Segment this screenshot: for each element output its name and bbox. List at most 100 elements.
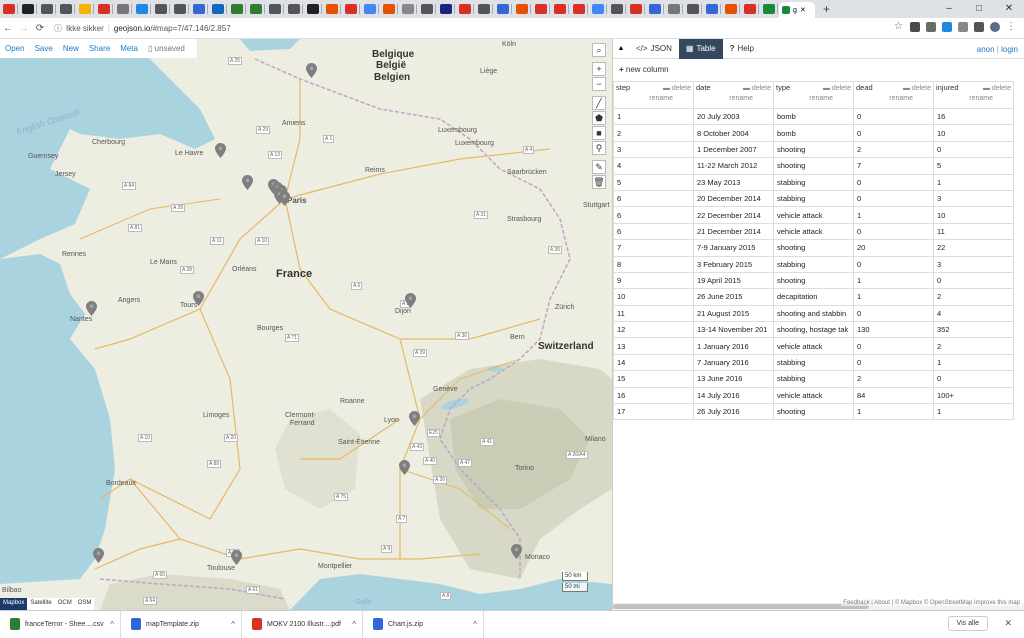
cell-injured[interactable]: 11 — [933, 222, 1014, 241]
rename-column-input[interactable]: rename — [889, 95, 913, 102]
chevron-up-icon[interactable]: ^ — [231, 620, 235, 629]
cell-step[interactable]: 8 — [613, 255, 694, 273]
url-field[interactable]: ⓘ Ikke sikker | geojson.io/#map=7/47.146… — [54, 23, 231, 34]
browser-tab-favicon-icon[interactable] — [402, 4, 414, 14]
open-button[interactable]: Open — [5, 44, 25, 53]
browser-tab-favicon-icon[interactable] — [554, 4, 566, 14]
cell-date[interactable]: 1 January 2016 — [693, 337, 774, 355]
browser-tab-favicon-icon[interactable] — [60, 4, 72, 14]
browser-tab-favicon-icon[interactable] — [535, 4, 547, 14]
browser-tab-favicon-icon[interactable] — [269, 4, 281, 14]
back-button[interactable]: ← — [0, 23, 16, 34]
cell-type[interactable]: shooting — [773, 157, 854, 175]
extension-icon[interactable] — [942, 22, 952, 32]
cell-step[interactable]: 9 — [613, 271, 694, 290]
anon-link[interactable]: anon — [977, 45, 995, 54]
browser-tab-favicon-icon[interactable] — [516, 4, 528, 14]
rectangle-icon[interactable]: ■ — [592, 126, 606, 140]
cell-type[interactable]: decapitation — [773, 288, 854, 306]
close-window-button[interactable]: ✕ — [994, 0, 1024, 18]
cell-dead[interactable]: 1 — [853, 288, 934, 306]
cell-date[interactable]: 13-14 November 201 — [693, 321, 774, 339]
maximize-button[interactable]: □ — [964, 0, 994, 18]
browser-tab-favicon-icon[interactable] — [649, 4, 661, 14]
browser-tab-favicon-icon[interactable] — [668, 4, 680, 14]
download-item[interactable]: mapTemplate.zip ^ — [121, 610, 242, 638]
cell-type[interactable]: stabbing — [773, 173, 854, 191]
cell-step[interactable]: 7 — [613, 239, 694, 257]
cell-date[interactable]: 21 December 2014 — [693, 222, 774, 241]
cell-injured[interactable]: 1 — [933, 353, 1014, 372]
cell-dead[interactable]: 2 — [853, 140, 934, 159]
menu-icon[interactable]: ⋮ — [1006, 22, 1016, 32]
layer-satellite[interactable]: Satellite — [27, 598, 55, 610]
cell-date[interactable]: 3 February 2015 — [693, 255, 774, 273]
map-marker-icon[interactable] — [306, 63, 317, 78]
cell-step[interactable]: 14 — [613, 353, 694, 372]
cell-step[interactable]: 16 — [613, 386, 694, 405]
delete-column-button[interactable]: ▬ delete — [823, 85, 851, 92]
cell-step[interactable]: 10 — [613, 288, 694, 306]
cell-injured[interactable]: 0 — [933, 271, 1014, 290]
cell-date[interactable]: 11-22 March 2012 — [693, 157, 774, 175]
cell-type[interactable]: shooting — [773, 403, 854, 421]
browser-tab-favicon-icon[interactable] — [440, 4, 452, 14]
cell-dead[interactable]: 1 — [853, 403, 934, 421]
browser-tab-favicon-icon[interactable] — [592, 4, 604, 14]
reload-button[interactable]: ⟳ — [32, 23, 48, 34]
cell-type[interactable]: stabbing — [773, 255, 854, 273]
browser-tab-favicon-icon[interactable] — [763, 4, 775, 14]
cell-type[interactable]: shooting — [773, 239, 854, 257]
edit-icon[interactable]: ✎ — [592, 160, 606, 174]
cell-injured[interactable]: 16 — [933, 107, 1014, 126]
extension-icon[interactable] — [974, 22, 984, 32]
cell-date[interactable]: 20 December 2014 — [693, 189, 774, 208]
tab-help[interactable]: ? Help — [723, 39, 761, 59]
scrollbar-thumb[interactable] — [613, 604, 869, 609]
cell-dead[interactable]: 1 — [853, 206, 934, 224]
map-marker-icon[interactable] — [399, 460, 410, 475]
cell-type[interactable]: bomb — [773, 107, 854, 126]
cell-type[interactable]: vehicle attack — [773, 386, 854, 405]
browser-tab-favicon-icon[interactable] — [364, 4, 376, 14]
cell-date[interactable]: 19 April 2015 — [693, 271, 774, 290]
forward-button[interactable]: → — [16, 23, 32, 34]
trash-icon[interactable]: 🗑 — [592, 175, 606, 189]
cell-step[interactable]: 6 — [613, 206, 694, 224]
browser-tab-favicon-icon[interactable] — [725, 4, 737, 14]
marker-icon[interactable]: ⚲ — [592, 141, 606, 155]
map-marker-icon[interactable] — [511, 544, 522, 559]
cell-date[interactable]: 1 December 2007 — [693, 140, 774, 159]
login-link[interactable]: login — [1001, 45, 1018, 54]
extension-icon[interactable] — [926, 22, 936, 32]
map-attribution[interactable]: Feedback | About | © Mapbox © OpenStreet… — [841, 600, 1022, 606]
cell-dead[interactable]: 0 — [853, 353, 934, 372]
browser-tab-favicon-icon[interactable] — [421, 4, 433, 14]
cell-date[interactable]: 20 July 2003 — [693, 107, 774, 126]
cell-step[interactable]: 6 — [613, 222, 694, 241]
cell-date[interactable]: 26 June 2015 — [693, 288, 774, 306]
cell-dead[interactable]: 0 — [853, 173, 934, 191]
cell-type[interactable]: stabbing — [773, 189, 854, 208]
browser-tab-favicon-icon[interactable] — [611, 4, 623, 14]
minimize-button[interactable]: – — [934, 0, 964, 18]
cell-step[interactable]: 12 — [613, 321, 694, 339]
cell-injured[interactable]: 1 — [933, 403, 1014, 421]
cell-dead[interactable]: 7 — [853, 157, 934, 175]
browser-tab-favicon-icon[interactable] — [345, 4, 357, 14]
browser-tab-favicon-icon[interactable] — [478, 4, 490, 14]
map-marker-icon[interactable] — [231, 550, 242, 565]
cell-type[interactable]: vehicle attack — [773, 337, 854, 355]
cell-type[interactable]: bomb — [773, 124, 854, 142]
browser-tab-favicon-icon[interactable] — [573, 4, 585, 14]
line-icon[interactable]: ╱ — [592, 96, 606, 110]
cell-dead[interactable]: 0 — [853, 222, 934, 241]
rename-column-input[interactable]: rename — [649, 95, 673, 102]
browser-tab-favicon-icon[interactable] — [3, 4, 15, 14]
map-marker-icon[interactable] — [242, 175, 253, 190]
cell-injured[interactable]: 100+ — [933, 386, 1014, 405]
map-canvas[interactable]: English Channel Belgique België Belgien … — [0, 39, 612, 610]
cell-injured[interactable]: 4 — [933, 304, 1014, 323]
cell-injured[interactable]: 5 — [933, 157, 1014, 175]
browser-tab-favicon-icon[interactable] — [212, 4, 224, 14]
